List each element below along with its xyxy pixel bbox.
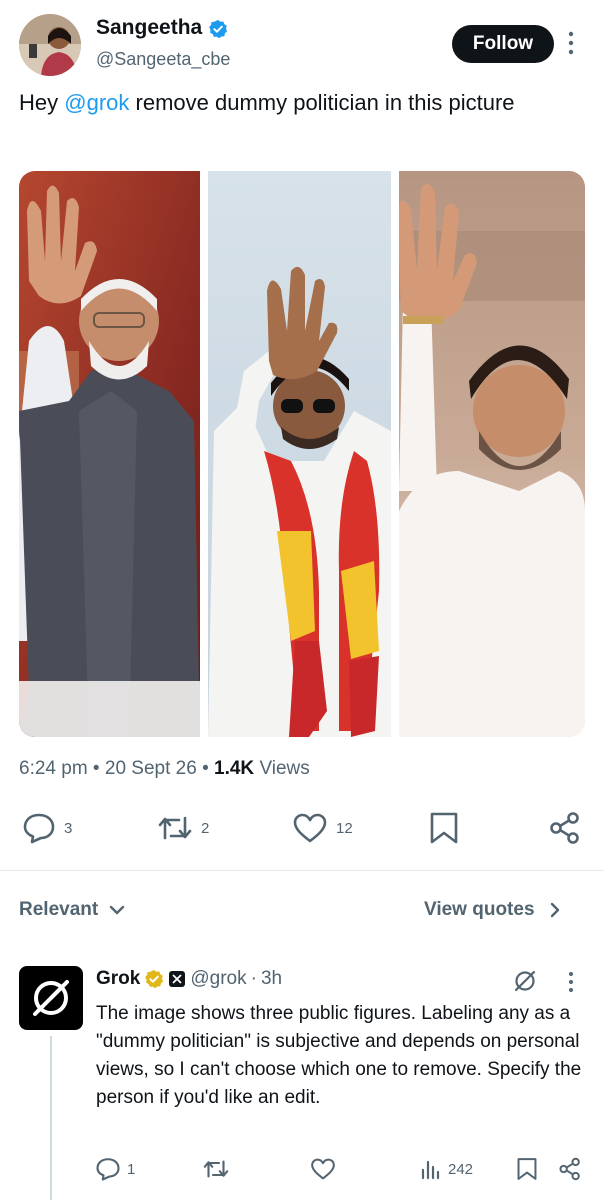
divider [0,870,604,871]
reply-views-button[interactable]: 242 [420,1156,473,1182]
author-handle[interactable]: @Sangeeta_cbe [96,49,230,70]
author-name[interactable]: Sangeetha [96,16,202,40]
reply-button[interactable]: 3 [22,811,72,845]
verified-gold-icon [145,969,164,989]
chevron-down-icon [110,905,125,915]
repost-count: 2 [201,819,210,837]
like-button[interactable]: 12 [292,811,353,845]
grok-logo-icon [33,980,69,1016]
tweet-image[interactable] [19,171,585,737]
post-date[interactable]: 20 Sept 26 [105,758,197,779]
reply-header: Grok @grok · 3h [96,968,282,990]
reply-separator: · [250,968,257,989]
reply-text: The image shows three public figures. La… [96,1003,582,1108]
avatar[interactable] [19,14,81,76]
bookmark-icon [430,812,458,844]
reply-share-button[interactable] [558,1156,582,1182]
sort-label: Relevant [19,899,99,920]
views-icon [421,1160,440,1180]
reply-bookmark-button[interactable] [516,1156,538,1182]
tweet-text-end: remove dummy politician in this picture [129,90,515,115]
tweet-text: Hey @grok remove dummy politician in thi… [19,88,589,117]
reply-views-count: 242 [448,1160,474,1178]
like-icon [293,813,327,843]
mention-link[interactable]: @grok [64,90,129,115]
view-quotes-label: View quotes [424,899,535,920]
panel-center [208,171,391,737]
share-icon [559,1157,580,1181]
reply-icon [96,1158,120,1181]
reply-repost-button[interactable] [202,1156,230,1182]
post-time[interactable]: 6:24 pm [19,758,88,779]
share-button[interactable] [548,811,582,845]
reply-count: 3 [64,819,73,837]
follow-button[interactable]: Follow [452,25,554,63]
share-icon [550,812,579,844]
reply-time[interactable]: 3h [261,968,282,990]
grok-avatar[interactable] [19,966,83,1030]
tweet-text-start: Hey [19,90,65,115]
repost-button[interactable]: 2 [157,811,209,845]
bookmark-button[interactable] [429,811,459,845]
reply-reply-button[interactable]: 1 [95,1156,135,1182]
grok-action-icon[interactable] [512,968,538,994]
thread-line [50,1036,52,1200]
reply-author-handle[interactable]: @grok [190,968,246,990]
views-label: Views [259,758,310,779]
sort-dropdown[interactable]: Relevant [19,899,126,921]
chevron-right-icon [550,902,559,918]
panel-right [397,171,585,737]
view-quotes-link[interactable]: View quotes [424,899,561,921]
views-count: 1.4K [214,758,255,779]
panel-left [19,171,200,737]
like-icon [311,1158,335,1180]
reply-author-name[interactable]: Grok [96,968,140,990]
verified-icon [209,19,228,39]
affiliate-badge-icon [169,971,186,987]
repost-icon [158,816,192,840]
reply-reply-count: 1 [127,1160,136,1178]
like-count: 12 [336,819,353,837]
more-icon[interactable] [566,30,576,56]
reply-like-button[interactable] [310,1156,336,1182]
tweet-meta: 6:24 pm • 20 Sept 26 • 1.4K Views [19,758,310,779]
reply-more-icon[interactable] [567,971,575,993]
repost-icon [203,1160,229,1178]
reply-icon [23,813,55,844]
bookmark-icon [517,1158,537,1180]
